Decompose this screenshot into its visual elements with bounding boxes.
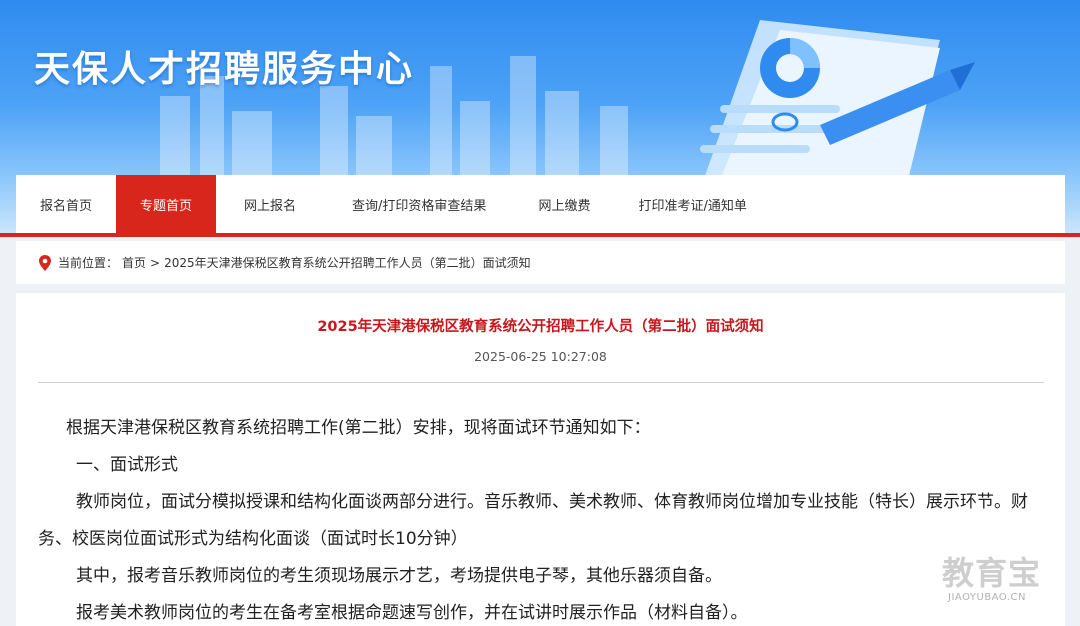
breadcrumb-current: 2025年天津港保税区教育系统公开招聘工作人员（第二批）面试须知 [164,256,531,270]
article-paragraph: 报考美术教师岗位的考生在备考室根据命题速写创作，并在试讲时展示作品（材料自备）。 [76,603,748,623]
nav-item-online-registration[interactable]: 网上报名 [216,175,324,234]
article-paragraph: 教师岗位，面试分模拟授课和结构化面谈两部分进行。音乐教师、美术教师、体育教师岗位… [38,492,1028,549]
article-divider [38,382,1044,383]
main-nav: 报名首页 专题首页 网上报名 查询/打印资格审查结果 网上缴费 打印准考证/通知… [16,175,1065,234]
breadcrumb-prefix: 当前位置： [58,256,119,270]
breadcrumb-home-link[interactable]: 首页 [122,254,146,271]
article-date: 2025-06-25 10:27:08 [474,349,607,364]
article-paragraph: 其中，报考音乐教师岗位的考生须现场展示才艺，考场提供电子琴，其他乐器须自备。 [76,566,722,586]
breadcrumb: 当前位置： 首页 > 2025年天津港保税区教育系统公开招聘工作人员（第二批）面… [16,241,1065,284]
breadcrumb-separator: > [150,255,161,270]
nav-accent-line [0,233,1080,237]
watermark-cn: 教育宝 [942,554,1042,592]
nav-item-registration-home[interactable]: 报名首页 [16,175,116,234]
nav-item-query-results[interactable]: 查询/打印资格审查结果 [324,175,514,234]
nav-item-print-admission[interactable]: 打印准考证/通知单 [614,175,770,234]
article-section-heading: 一、面试形式 [76,455,178,475]
watermark-logo: 教育宝 JIAOYUBAO.CN [942,548,1066,610]
site-title: 天保人才招聘服务中心 [34,49,415,90]
article-body: 根据天津港保税区教育系统招聘工作(第二批）安排，现将面试环节通知如下： 一、面试… [38,410,1046,626]
nav-item-online-payment[interactable]: 网上缴费 [514,175,614,234]
article-card: 2025年天津港保税区教育系统公开招聘工作人员（第二批）面试须知 2025-06… [16,293,1065,626]
location-pin-icon [39,254,51,271]
article-title: 2025年天津港保税区教育系统公开招聘工作人员（第二批）面试须知 [317,319,764,335]
document-pen-illustration [700,20,975,190]
nav-item-topic-home[interactable]: 专题首页 [116,175,217,234]
watermark-en: JIAOYUBAO.CN [948,592,1026,603]
article-paragraph: 根据天津港保税区教育系统招聘工作(第二批）安排，现将面试环节通知如下： [66,418,651,438]
